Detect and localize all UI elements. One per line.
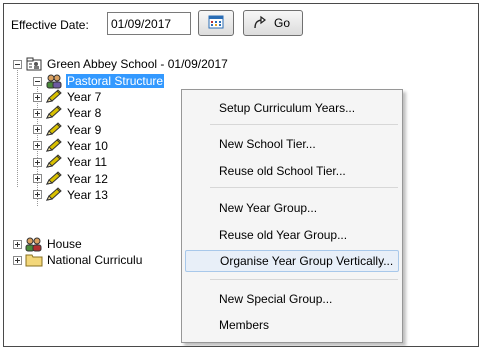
tree-node-house[interactable]: House xyxy=(13,236,83,252)
pencil-icon xyxy=(45,170,63,187)
tree-connector xyxy=(17,67,18,187)
pencil-icon xyxy=(45,154,63,170)
tree-node-label: National Curriculu xyxy=(47,253,143,267)
go-button-label: Go xyxy=(274,16,291,30)
school-icon xyxy=(25,56,43,72)
collapse-icon[interactable] xyxy=(33,76,42,86)
window-frame: Effective Date: 01/09/2017 Go Green Abbe… xyxy=(3,3,479,347)
menu-separator xyxy=(210,187,398,188)
tree-node-year[interactable]: Year 10 xyxy=(33,138,109,154)
tree-node-year[interactable]: Year 8 xyxy=(33,105,102,121)
tree-node-year[interactable]: Year 9 xyxy=(33,121,102,138)
effective-date-label: Effective Date: xyxy=(11,18,89,32)
tree-node-label: Year 9 xyxy=(67,122,102,137)
tree-node-label: Year 11 xyxy=(67,155,108,170)
menu-item-new-special-group[interactable]: New Special Group... xyxy=(185,288,399,310)
menu-separator xyxy=(210,124,398,125)
expand-icon[interactable] xyxy=(33,174,42,183)
menu-item-new-year-group[interactable]: New Year Group... xyxy=(185,197,399,219)
expand-icon[interactable] xyxy=(33,125,42,135)
tree-node-root[interactable]: Green Abbey School - 01/09/2017 xyxy=(13,56,229,72)
pencil-icon xyxy=(45,89,63,105)
toolbar: Effective Date: 01/09/2017 Go xyxy=(4,4,478,49)
pencil-icon xyxy=(45,121,63,138)
expand-icon[interactable] xyxy=(33,190,42,200)
expand-icon[interactable] xyxy=(33,157,42,167)
expand-icon[interactable] xyxy=(13,255,22,265)
menu-item-organise-year-group-vertically[interactable]: Organise Year Group Vertically... xyxy=(185,250,399,272)
effective-date-input[interactable] xyxy=(107,12,191,35)
tree-node-label: Year 10 xyxy=(67,138,108,153)
tree-node-label: Year 7 xyxy=(67,90,102,104)
tree-node-label: Year 8 xyxy=(67,106,102,121)
context-menu: Setup Curriculum Years... New School Tie… xyxy=(181,89,403,343)
house-group-icon xyxy=(25,236,43,252)
tree-node-label: Year 13 xyxy=(67,187,108,202)
tree-node-label: Year 12 xyxy=(67,171,108,186)
menu-item-setup-curriculum-years[interactable]: Setup Curriculum Years... xyxy=(185,97,399,119)
tree-node-national-curriculum[interactable]: National Curriculu xyxy=(13,252,143,268)
calendar-button[interactable] xyxy=(198,10,234,36)
go-arrow-icon xyxy=(252,14,268,33)
go-button[interactable]: Go xyxy=(243,10,303,36)
pencil-icon xyxy=(45,105,63,121)
collapse-icon[interactable] xyxy=(13,59,22,69)
expand-icon[interactable] xyxy=(33,108,42,118)
tree-node-label: Green Abbey School - 01/09/2017 xyxy=(47,57,228,71)
calendar-icon xyxy=(208,14,224,33)
tree-node-year[interactable]: Year 11 xyxy=(33,154,108,170)
menu-item-members[interactable]: Members xyxy=(185,314,399,336)
menu-item-reuse-old-school-tier[interactable]: Reuse old School Tier... xyxy=(185,160,399,182)
tree-node-year[interactable]: Year 7 xyxy=(33,89,102,105)
pencil-icon xyxy=(45,187,63,203)
expand-icon[interactable] xyxy=(33,141,42,151)
pencil-icon xyxy=(45,138,63,154)
tree-node-year[interactable]: Year 12 xyxy=(33,170,109,187)
folder-icon xyxy=(25,252,43,268)
tree-node-year[interactable]: Year 13 xyxy=(33,187,109,203)
menu-item-new-school-tier[interactable]: New School Tier... xyxy=(185,133,399,155)
menu-separator xyxy=(210,279,398,280)
menu-item-reuse-old-year-group[interactable]: Reuse old Year Group... xyxy=(185,224,399,246)
people-group-icon xyxy=(45,73,63,89)
tree-node-pastoral-structure[interactable]: Pastoral Structure xyxy=(33,73,166,89)
tree-node-label: Pastoral Structure xyxy=(64,73,166,89)
expand-icon[interactable] xyxy=(13,239,22,249)
expand-icon[interactable] xyxy=(33,92,42,102)
tree-node-label: House xyxy=(47,237,82,251)
